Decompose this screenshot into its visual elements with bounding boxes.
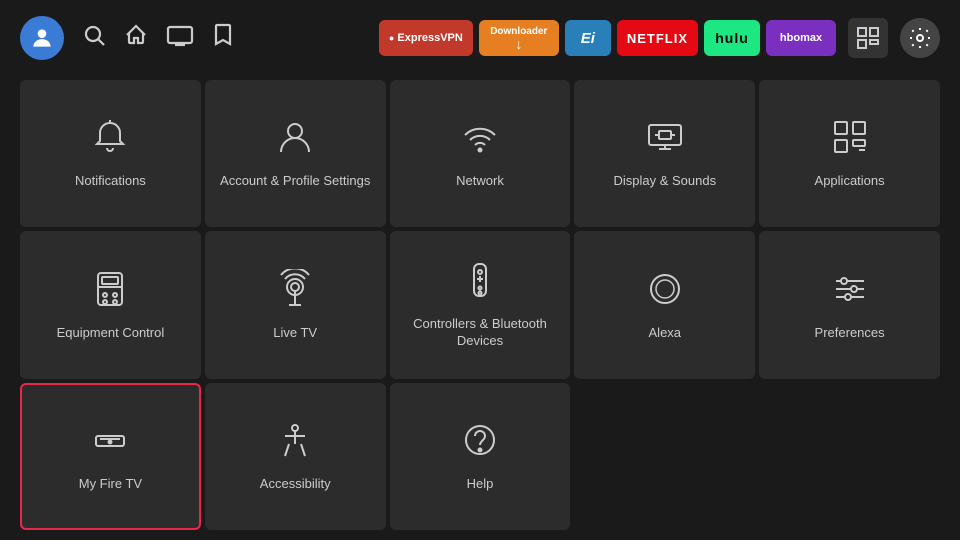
tile-empty-1 <box>574 383 755 530</box>
tile-help[interactable]: Help <box>390 383 571 530</box>
avatar[interactable] <box>20 16 64 60</box>
tile-livetv-label: Live TV <box>273 325 317 342</box>
app-netflix[interactable]: NETFLIX <box>617 20 698 56</box>
tile-alexa-label: Alexa <box>649 325 682 342</box>
app-hulu[interactable]: hulu <box>704 20 760 56</box>
tile-controllers-label: Controllers & Bluetooth Devices <box>400 316 561 350</box>
display-icon <box>645 117 685 163</box>
grid-view-button[interactable] <box>848 18 888 58</box>
tile-equipment-control[interactable]: Equipment Control <box>20 231 201 378</box>
tile-accessibility[interactable]: Accessibility <box>205 383 386 530</box>
tile-display-label: Display & Sounds <box>613 173 716 190</box>
tile-applications-label: Applications <box>815 173 885 190</box>
app-downloader[interactable]: Downloader ↓ <box>479 20 559 56</box>
tile-account-label: Account & Profile Settings <box>220 173 370 190</box>
tile-preferences-label: Preferences <box>815 325 885 342</box>
tile-notifications[interactable]: Notifications <box>20 80 201 227</box>
tile-accessibility-label: Accessibility <box>260 476 331 493</box>
search-icon[interactable] <box>82 23 106 53</box>
tile-help-label: Help <box>467 476 494 493</box>
tile-applications[interactable]: Applications <box>759 80 940 227</box>
bell-icon <box>90 117 130 163</box>
tile-display-sounds[interactable]: Display & Sounds <box>574 80 755 227</box>
tile-empty-2 <box>759 383 940 530</box>
app-ei[interactable]: Ei <box>565 20 611 56</box>
tile-notifications-label: Notifications <box>75 173 146 190</box>
remote-icon <box>460 260 500 306</box>
person-icon <box>275 117 315 163</box>
alexa-icon <box>645 269 685 315</box>
tile-live-tv[interactable]: Live TV <box>205 231 386 378</box>
tv-remote-icon <box>90 269 130 315</box>
app-expressvpn[interactable]: ● ExpressVPN <box>379 20 473 56</box>
home-icon[interactable] <box>124 23 148 53</box>
top-nav: ● ExpressVPN Downloader ↓ Ei NETFLIX hul… <box>0 0 960 76</box>
tile-account-profile[interactable]: Account & Profile Settings <box>205 80 386 227</box>
tile-preferences[interactable]: Preferences <box>759 231 940 378</box>
tile-alexa[interactable]: Alexa <box>574 231 755 378</box>
accessibility-icon <box>275 420 315 466</box>
tile-network[interactable]: Network <box>390 80 571 227</box>
nav-apps: ● ExpressVPN Downloader ↓ Ei NETFLIX hul… <box>379 20 836 56</box>
tile-my-fire-tv[interactable]: My Fire TV <box>20 383 201 530</box>
tile-controllers-bluetooth[interactable]: Controllers & Bluetooth Devices <box>390 231 571 378</box>
help-icon <box>460 420 500 466</box>
tile-myfiretv-label: My Fire TV <box>79 476 142 493</box>
nav-left <box>20 16 234 60</box>
tile-equipment-label: Equipment Control <box>57 325 165 342</box>
tv-icon[interactable] <box>166 23 194 53</box>
antenna-icon <box>275 269 315 315</box>
app-hbomax[interactable]: hbomax <box>766 20 836 56</box>
settings-button[interactable] <box>900 18 940 58</box>
wifi-icon <box>460 117 500 163</box>
settings-grid: Notifications Account & Profile Settings… <box>0 76 960 540</box>
tile-network-label: Network <box>456 173 504 190</box>
sliders-icon <box>830 269 870 315</box>
apps-grid-icon <box>830 117 870 163</box>
firetv-icon <box>90 420 130 466</box>
bookmark-icon[interactable] <box>212 23 234 53</box>
